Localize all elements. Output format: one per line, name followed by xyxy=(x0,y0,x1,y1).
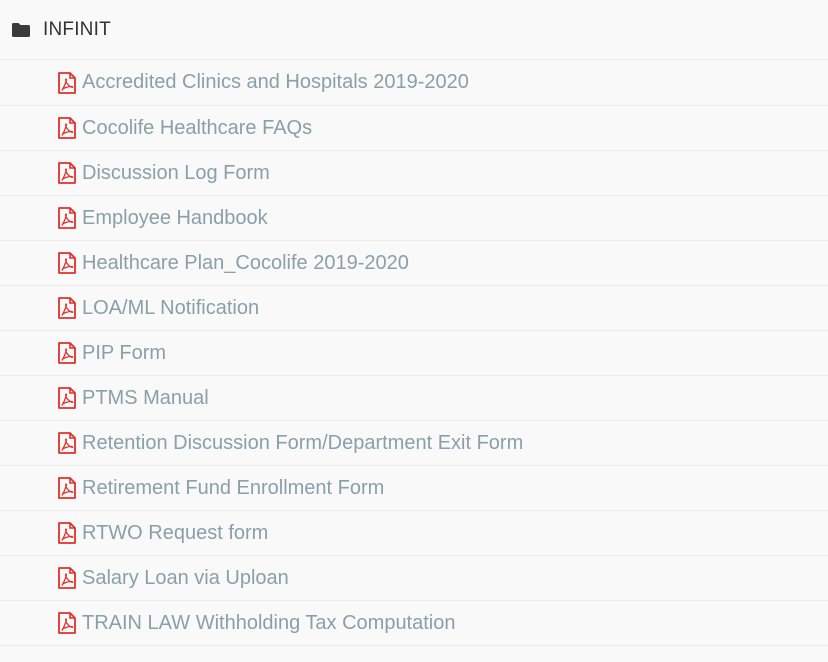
pdf-file-icon xyxy=(58,297,76,319)
folder-name: INFINIT xyxy=(43,18,111,40)
pdf-file-icon xyxy=(58,162,76,184)
pdf-file-icon xyxy=(58,567,76,589)
document-folder-panel: INFINIT Accredited Clinics and Hospitals… xyxy=(0,0,828,662)
pdf-file-icon xyxy=(58,612,76,634)
pdf-file-icon xyxy=(58,522,76,544)
file-link[interactable]: Discussion Log Form xyxy=(82,162,270,185)
file-item[interactable]: Employee Handbook xyxy=(0,196,828,241)
file-link[interactable]: RTWO Request form xyxy=(82,522,268,545)
file-item[interactable]: Retention Discussion Form/Department Exi… xyxy=(0,421,828,466)
pdf-file-icon xyxy=(58,207,76,229)
file-item[interactable]: Accredited Clinics and Hospitals 2019-20… xyxy=(0,60,828,106)
pdf-file-icon xyxy=(58,252,76,274)
file-item[interactable]: Healthcare Plan_Cocolife 2019-2020 xyxy=(0,241,828,286)
file-item[interactable]: Cocolife Healthcare FAQs xyxy=(0,106,828,151)
pdf-file-icon xyxy=(58,477,76,499)
file-link[interactable]: LOA/ML Notification xyxy=(82,297,259,320)
pdf-file-icon xyxy=(58,387,76,409)
file-link[interactable]: Accredited Clinics and Hospitals 2019-20… xyxy=(82,71,469,94)
file-link[interactable]: Retirement Fund Enrollment Form xyxy=(82,477,384,500)
file-link[interactable]: Retention Discussion Form/Department Exi… xyxy=(82,432,523,455)
file-item[interactable]: RTWO Request form xyxy=(0,511,828,556)
file-list: Accredited Clinics and Hospitals 2019-20… xyxy=(0,60,828,646)
file-item[interactable]: Salary Loan via Uploan xyxy=(0,556,828,601)
file-link[interactable]: PTMS Manual xyxy=(82,387,209,410)
file-item[interactable]: PIP Form xyxy=(0,331,828,376)
file-item[interactable]: TRAIN LAW Withholding Tax Computation xyxy=(0,601,828,646)
file-item[interactable]: Discussion Log Form xyxy=(0,151,828,196)
file-link[interactable]: PIP Form xyxy=(82,342,166,365)
file-item[interactable]: PTMS Manual xyxy=(0,376,828,421)
file-link[interactable]: Cocolife Healthcare FAQs xyxy=(82,117,312,140)
pdf-file-icon xyxy=(58,432,76,454)
file-item[interactable]: LOA/ML Notification xyxy=(0,286,828,331)
folder-icon xyxy=(12,22,30,37)
pdf-file-icon xyxy=(58,117,76,139)
file-item[interactable]: Retirement Fund Enrollment Form xyxy=(0,466,828,511)
file-link[interactable]: Salary Loan via Uploan xyxy=(82,567,289,590)
file-link[interactable]: Employee Handbook xyxy=(82,207,268,230)
file-link[interactable]: TRAIN LAW Withholding Tax Computation xyxy=(82,612,456,635)
file-link[interactable]: Healthcare Plan_Cocolife 2019-2020 xyxy=(82,252,409,275)
pdf-file-icon xyxy=(58,71,76,94)
folder-header[interactable]: INFINIT xyxy=(0,0,828,60)
pdf-file-icon xyxy=(58,342,76,364)
